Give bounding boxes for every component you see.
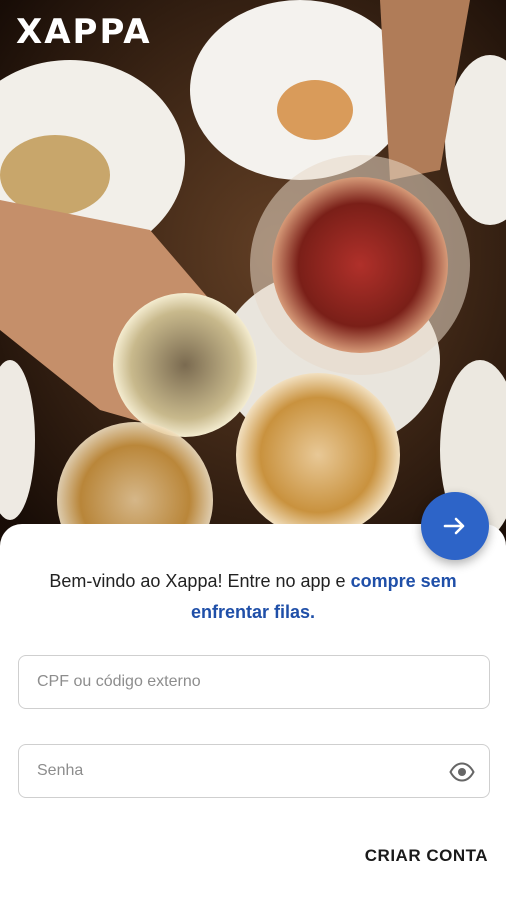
xappa-logo: XAPPA <box>16 12 152 52</box>
cpf-input[interactable] <box>19 656 439 708</box>
next-button[interactable] <box>421 492 489 560</box>
eye-icon[interactable] <box>449 760 475 784</box>
welcome-text: Bem-vindo ao Xappa! Entre no app e <box>49 571 351 591</box>
password-field <box>18 744 490 798</box>
hero-photo: XAPPA <box>0 0 506 560</box>
arrow-right-icon <box>443 517 465 535</box>
drinks-toast-illustration <box>0 0 506 560</box>
create-account-button[interactable]: CRIAR CONTA <box>365 846 488 866</box>
cpf-field <box>18 655 490 709</box>
welcome-message: Bem-vindo ao Xappa! Entre no app e compr… <box>18 566 488 628</box>
password-input[interactable] <box>19 745 439 797</box>
